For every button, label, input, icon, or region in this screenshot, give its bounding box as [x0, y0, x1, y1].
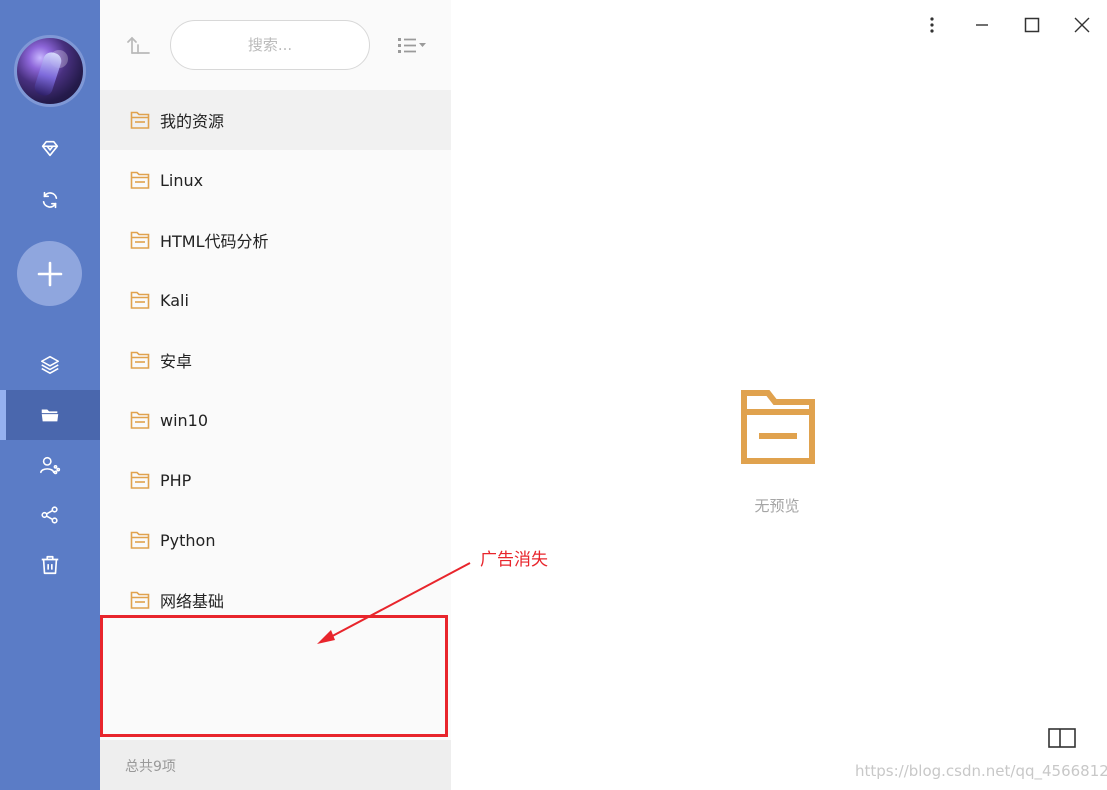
- item-count: 总共9项: [100, 740, 451, 790]
- file-name: Kali: [160, 290, 189, 310]
- layers-icon[interactable]: [0, 339, 100, 389]
- go-up-icon[interactable]: [126, 33, 152, 59]
- file-name: Python: [160, 530, 216, 550]
- file-list-item[interactable]: win10: [100, 390, 451, 450]
- folder-icon: [130, 531, 150, 549]
- folder-icon: [130, 111, 150, 129]
- file-name: HTML代码分析: [160, 232, 269, 251]
- maximize-icon[interactable]: [1017, 10, 1047, 40]
- preview-pane: 无预览: [451, 0, 1107, 790]
- folder-icon: [130, 171, 150, 189]
- app-window: 搜索... 我的资源 Linux HTML代码分析 Kali 安卓 win10 PHP Pyt…: [0, 0, 1107, 790]
- minimize-icon[interactable]: [967, 10, 997, 40]
- annotation-label: 广告消失: [480, 550, 548, 570]
- left-sidebar: [0, 0, 100, 790]
- file-list-item[interactable]: Linux: [100, 150, 451, 210]
- trash-icon[interactable]: [0, 540, 100, 590]
- annotation-arrow: [317, 562, 471, 644]
- panel-toolbar: 搜索...: [100, 0, 451, 90]
- search-input[interactable]: 搜索...: [170, 20, 370, 70]
- file-list-item[interactable]: 安卓: [100, 330, 451, 390]
- folder-icon: [130, 351, 150, 369]
- user-avatar[interactable]: [14, 35, 86, 107]
- folder-icon: [130, 411, 150, 429]
- sync-icon[interactable]: [0, 175, 100, 225]
- close-icon[interactable]: [1067, 10, 1097, 40]
- empty-folder-icon: [741, 390, 815, 464]
- file-list: 我的资源 Linux HTML代码分析 Kali 安卓 win10 PHP Python 网络基…: [100, 90, 451, 630]
- no-preview-label: 无预览: [754, 497, 800, 515]
- folder-icon: [130, 471, 150, 489]
- file-list-item[interactable]: Kali: [100, 270, 451, 330]
- file-name: win10: [160, 410, 209, 430]
- view-mode-icon[interactable]: [396, 33, 430, 57]
- file-name: PHP: [160, 470, 192, 490]
- file-list-item[interactable]: HTML代码分析: [100, 210, 451, 270]
- watermark: https://blog.csdn.net/qq_45668124: [855, 762, 1107, 780]
- split-view-icon[interactable]: [1048, 727, 1076, 749]
- add-button[interactable]: [17, 241, 82, 306]
- file-name: Linux: [160, 170, 204, 190]
- folder-icon: [130, 231, 150, 249]
- avatar-figure: [32, 50, 64, 98]
- diamond-icon[interactable]: [0, 124, 100, 174]
- more-menu-icon[interactable]: [917, 10, 947, 40]
- file-list-item[interactable]: PHP: [100, 450, 451, 510]
- folder-icon: [130, 591, 150, 609]
- add-icon: [37, 261, 62, 286]
- folder-open-icon[interactable]: [0, 390, 100, 440]
- file-name: 我的资源: [160, 112, 225, 131]
- users-icon[interactable]: [0, 440, 100, 490]
- file-name: 安卓: [160, 352, 193, 371]
- file-list-item[interactable]: 我的资源: [100, 90, 451, 150]
- folder-icon: [130, 291, 150, 309]
- file-list-panel: 搜索... 我的资源 Linux HTML代码分析 Kali 安卓 win10 PHP Pyt…: [100, 0, 451, 790]
- share-icon[interactable]: [0, 490, 100, 540]
- file-name: 网络基础: [160, 592, 225, 611]
